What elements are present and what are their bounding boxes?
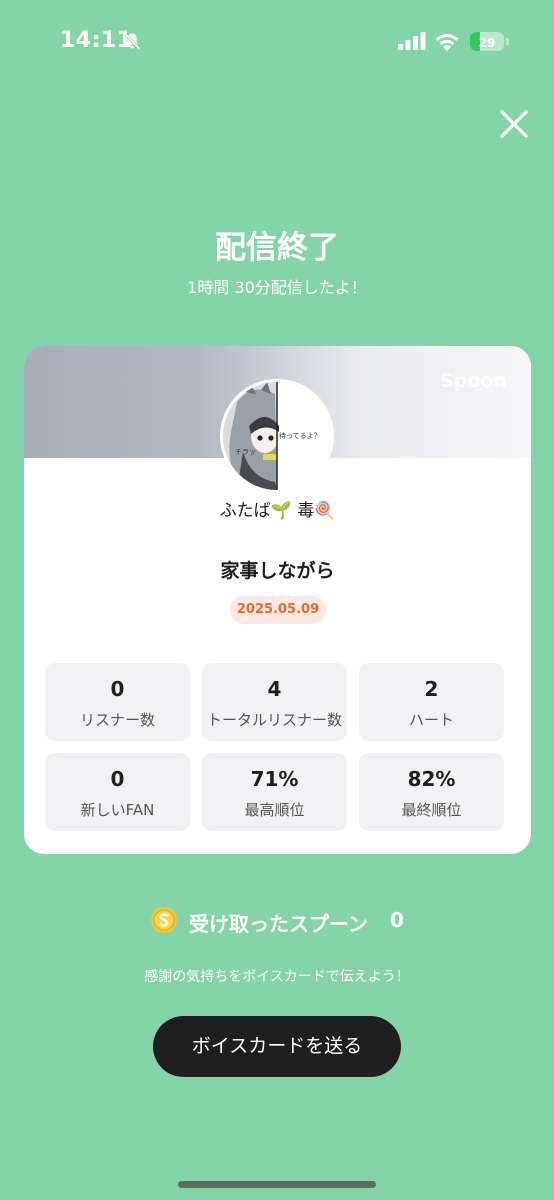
stat-label: リスナー数 — [79, 711, 155, 729]
battery-charging-icon: 29 — [470, 30, 510, 52]
dj-name: ふたば🌱 毒🍭 — [219, 501, 336, 521]
stat-listeners: 0 リスナー数 — [45, 663, 190, 741]
stream-ended-screen: 14:11 29 配信終了 1時間 30分配信したよ！ Spoon 待ってるよ？… — [0, 0, 554, 1200]
stat-label: トータルリスナー数 — [206, 711, 342, 729]
stat-label: 最終順位 — [401, 801, 462, 819]
received-spoons-row: 受け取ったスプーン 0 — [0, 904, 554, 938]
stat-value: 0 — [110, 677, 125, 701]
close-icon[interactable] — [494, 104, 534, 144]
battery-cap — [506, 38, 509, 45]
home-indicator[interactable] — [178, 1181, 376, 1188]
received-spoons-label: 受け取ったスプーン — [189, 912, 368, 936]
stat-label: 最高順位 — [244, 801, 305, 819]
stat-value: 4 — [267, 677, 282, 701]
stat-value: 82% — [407, 767, 456, 791]
stat-new-fans: 0 新しいFAN — [45, 753, 190, 831]
battery-percent: 29 — [478, 36, 496, 50]
stat-value: 0 — [110, 767, 125, 791]
send-voice-card-button[interactable]: ボイスカードを送る — [153, 1016, 401, 1077]
stat-value: 71% — [250, 767, 299, 791]
avatar-text-waiting: 待ってるよ？ — [279, 431, 321, 440]
signal-icon — [398, 32, 426, 50]
stat-label: 新しいFAN — [80, 801, 155, 819]
broadcast-summary-card: Spoon 待ってるよ？ チラッ ふたば🌱 毒🍭 家事しながら 2025.05.… — [24, 346, 531, 854]
broadcast-duration: 1時間 30分配信したよ！ — [187, 278, 367, 297]
wifi-icon — [435, 34, 459, 51]
stat-hearts: 2 ハート — [359, 663, 504, 741]
date-badge: 2025.05.09 — [230, 596, 326, 624]
received-spoons-count: 0 — [390, 908, 404, 932]
broadcast-title: 家事しながら — [220, 560, 335, 582]
thanks-message: 感謝の気持ちをボイスカードで伝えよう！ — [144, 969, 410, 985]
avatar-illustration: 待ってるよ？ チラッ — [223, 382, 331, 490]
avatar[interactable]: 待ってるよ？ チラッ — [220, 379, 334, 493]
avatar-text-peek: チラッ — [235, 448, 256, 456]
page-title: 配信終了 — [215, 230, 339, 266]
stat-final-rank: 82% 最終順位 — [359, 753, 504, 831]
banner-watermark: Spoon — [440, 370, 507, 392]
spoon-coin-icon — [151, 907, 177, 933]
bell-slash-icon — [123, 32, 141, 50]
battery-body: 29 — [470, 32, 504, 51]
stat-label: ハート — [408, 711, 454, 729]
status-bar: 14:11 29 — [0, 0, 554, 84]
stat-value: 2 — [424, 677, 439, 701]
stat-highest-rank: 71% 最高順位 — [202, 753, 347, 831]
stat-total-listeners: 4 トータルリスナー数 — [202, 663, 347, 741]
